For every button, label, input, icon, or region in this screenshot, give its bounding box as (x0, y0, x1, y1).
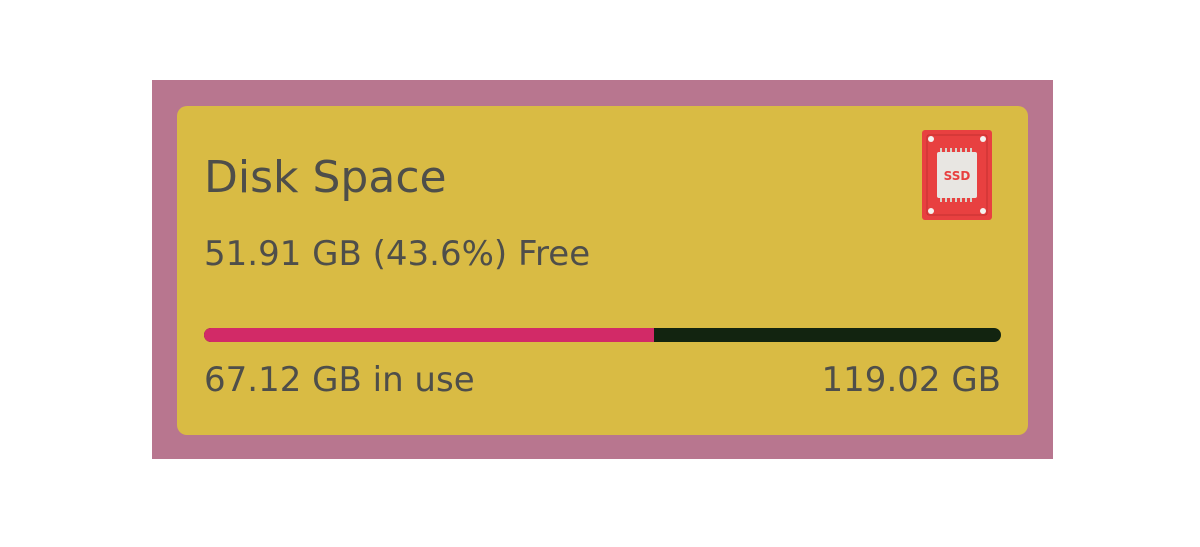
ssd-icon-label: SSD (944, 169, 971, 183)
usage-progress-fill (204, 328, 654, 342)
card-title: Disk Space (204, 152, 447, 203)
disk-space-card[interactable]: Disk Space SSD 51.91 GB (43.6%) Free 67.… (177, 106, 1028, 435)
used-space-text: 67.12 GB in use (204, 360, 475, 400)
page: Disk Space SSD 51.91 GB (43.6%) Free 67.… (0, 0, 1200, 547)
ssd-icon: SSD (922, 130, 992, 220)
free-space-text: 51.91 GB (43.6%) Free (204, 234, 591, 274)
total-space-text: 119.02 GB (821, 360, 1001, 400)
widget-frame: Disk Space SSD 51.91 GB (43.6%) Free 67.… (152, 80, 1053, 459)
usage-progress-bar (204, 328, 1001, 342)
